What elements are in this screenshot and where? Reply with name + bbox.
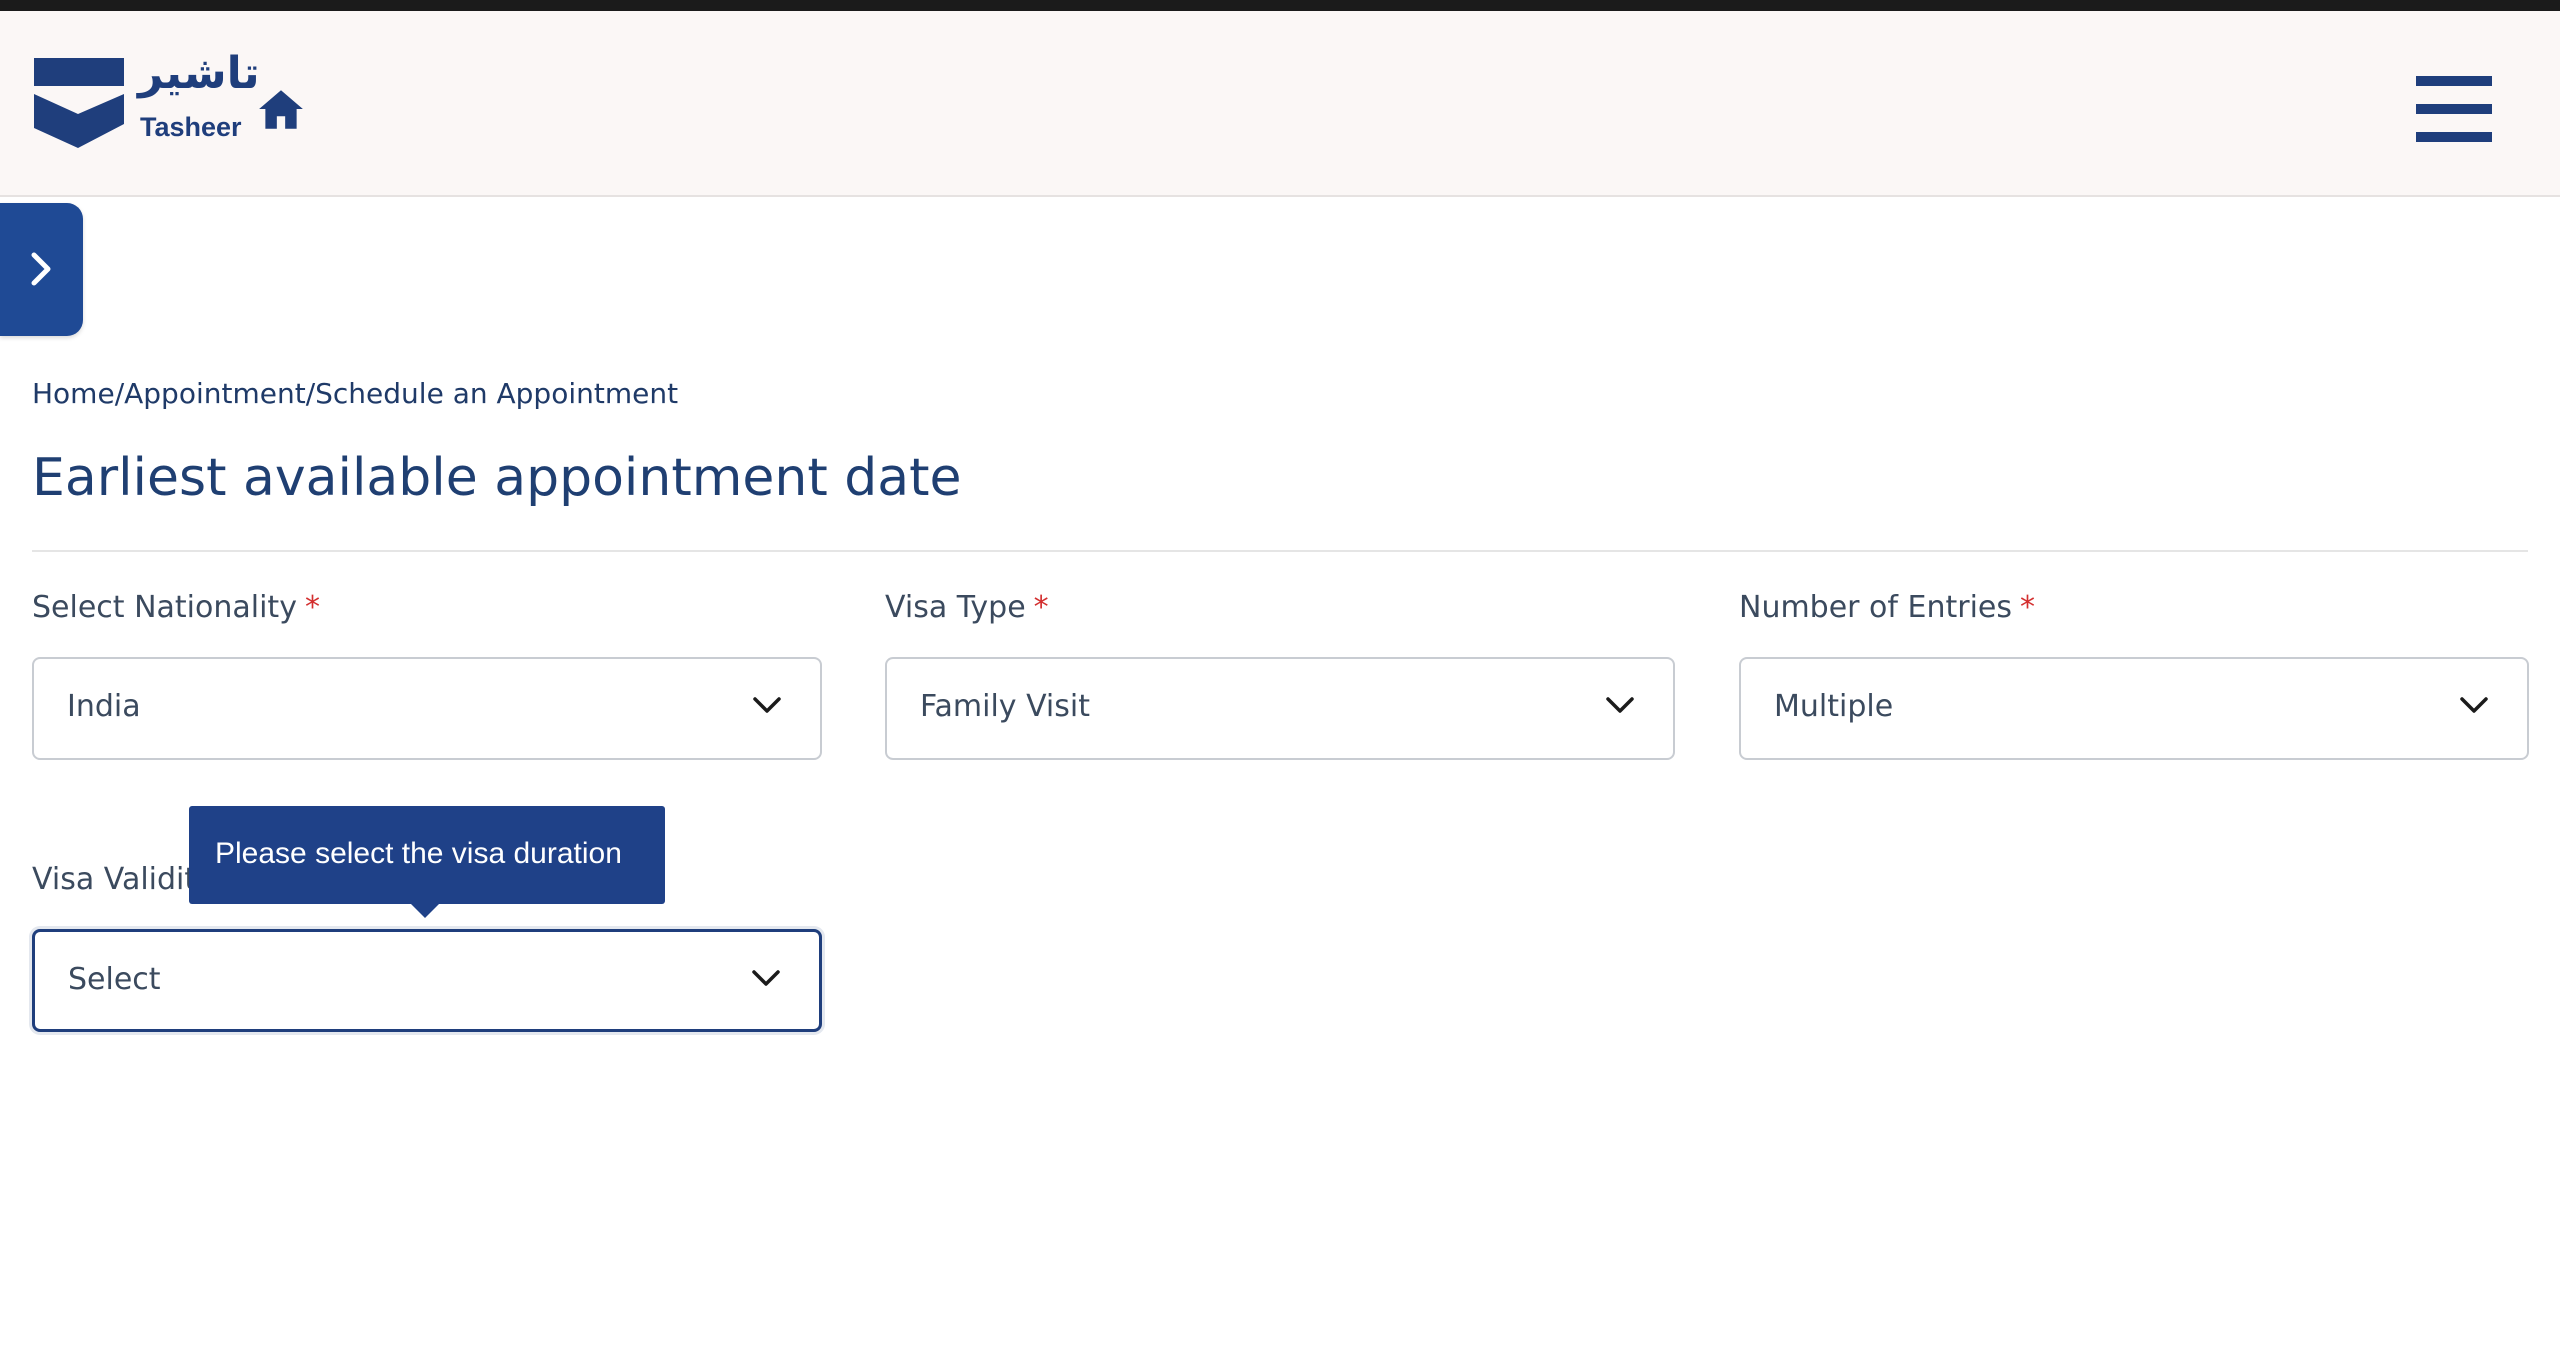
nationality-select[interactable]: India	[32, 657, 822, 760]
chevron-down-icon	[1606, 697, 1634, 713]
breadcrumb: Home/Appointment/Schedule an Appointment	[32, 377, 678, 410]
logo-arabic-text: تاشير	[138, 48, 260, 99]
top-strip	[0, 0, 2560, 11]
required-asterisk: *	[1033, 590, 1049, 625]
visa-validity-select[interactable]: Select	[32, 929, 822, 1032]
visa-validity-label-text: Visa Validity	[32, 862, 214, 897]
entries-select[interactable]: Multiple	[1739, 657, 2529, 760]
entries-select-value: Multiple	[1774, 689, 1894, 724]
chevron-right-icon	[31, 252, 51, 286]
validation-tooltip-text: Please select the visa duration	[215, 837, 622, 870]
required-asterisk: *	[304, 590, 320, 625]
chevron-down-icon	[2460, 697, 2488, 713]
required-asterisk: *	[2020, 590, 2035, 625]
hamburger-menu-icon[interactable]	[2414, 74, 2494, 144]
nationality-select-value: India	[67, 689, 141, 724]
title-divider	[32, 550, 2528, 552]
logo-mark-icon	[34, 58, 124, 148]
breadcrumb-separator: /	[114, 377, 125, 410]
visa-validity-select-value: Select	[68, 962, 161, 997]
sidebar-toggle-button[interactable]	[0, 203, 83, 336]
breadcrumb-separator: /	[305, 377, 316, 410]
breadcrumb-home[interactable]: Home	[32, 377, 115, 410]
tooltip-arrow	[410, 903, 440, 918]
chevron-down-icon	[752, 970, 780, 986]
visa-type-label-text: Visa Type	[885, 590, 1026, 625]
chevron-down-icon	[753, 697, 781, 713]
nationality-label-text: Select Nationality	[32, 590, 297, 625]
site-header: تاشير Tasheer	[0, 11, 2560, 197]
home-icon[interactable]	[256, 85, 306, 135]
validation-tooltip: Please select the visa duration	[189, 806, 665, 918]
visa-type-select[interactable]: Family Visit	[885, 657, 1675, 760]
visa-type-label: Visa Type *	[885, 590, 1049, 625]
breadcrumb-appointment[interactable]: Appointment	[124, 377, 306, 410]
nationality-label: Select Nationality *	[32, 590, 320, 625]
entries-label-text: Number of Entries	[1739, 590, 2012, 625]
page-title: Earliest available appointment date	[32, 448, 962, 508]
visa-validity-label: Visa Validity	[32, 862, 214, 897]
entries-label: Number of Entries *	[1739, 590, 2035, 625]
logo-latin-text: Tasheer	[140, 112, 242, 142]
visa-type-select-value: Family Visit	[920, 689, 1090, 724]
tasheer-logo[interactable]: تاشير Tasheer	[32, 48, 260, 163]
breadcrumb-schedule-appointment[interactable]: Schedule an Appointment	[315, 377, 678, 410]
